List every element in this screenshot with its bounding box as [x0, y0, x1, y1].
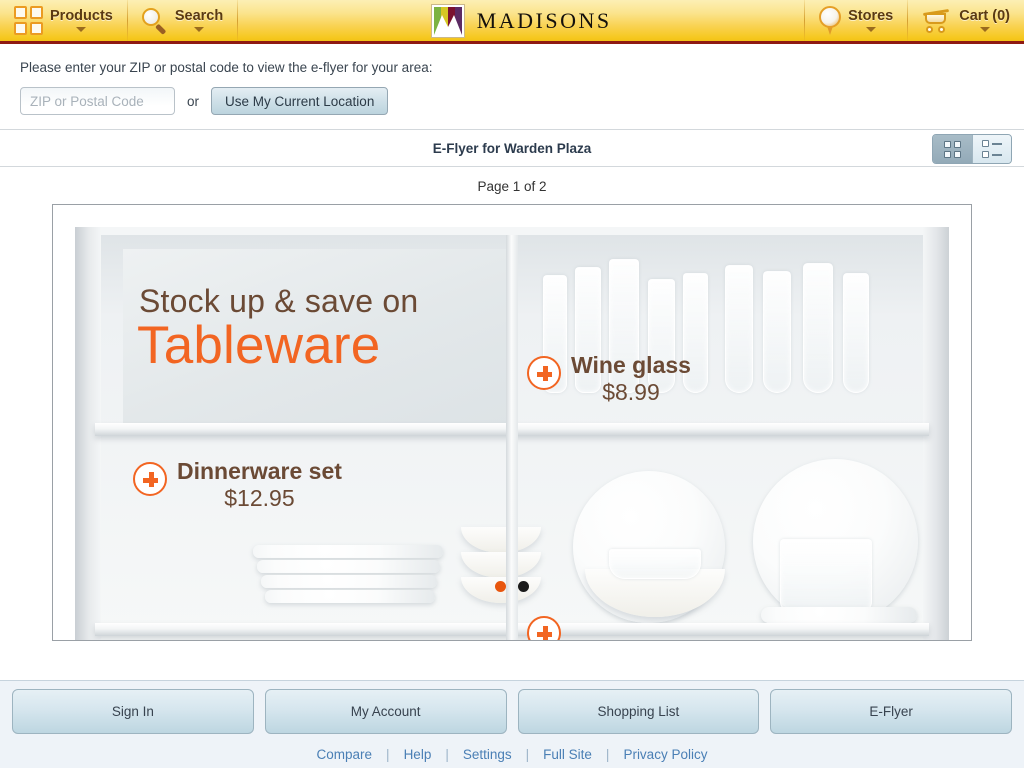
list-view-icon [982, 140, 1002, 158]
footer-link-help[interactable]: Help [404, 747, 432, 762]
nav-item-cart[interactable]: Cart (0) [908, 0, 1024, 41]
zip-input[interactable] [20, 87, 175, 115]
madisons-logo-icon [430, 3, 465, 38]
nav-products-label: Products [50, 8, 113, 25]
footer-link-compare[interactable]: Compare [317, 747, 373, 762]
footer-links-row: Compare | Help | Settings | Full Site | … [12, 747, 1012, 762]
flyer-product-partial-bottom[interactable] [527, 613, 571, 640]
flyer-page-image[interactable]: Stock up & save on Tableware Wine glass … [75, 227, 949, 640]
product-name: Wine glass [571, 352, 691, 378]
flyer-pagination-dots [495, 581, 529, 592]
plate-stack [253, 545, 443, 558]
add-product-plus-icon[interactable] [527, 616, 561, 640]
page-dot-1[interactable] [495, 581, 506, 592]
plate-stack [257, 560, 440, 573]
grid-icon [14, 6, 43, 35]
brand-logo[interactable]: MADISONS [417, 0, 626, 41]
product-price: $8.99 [602, 378, 660, 405]
page-dot-2[interactable] [518, 581, 529, 592]
nav-item-search[interactable]: Search [128, 0, 237, 41]
nav-spacer-left [238, 0, 416, 41]
flyer-viewport[interactable]: Stock up & save on Tableware Wine glass … [52, 204, 972, 641]
zip-entry-section: Please enter your ZIP or postal code to … [0, 44, 1024, 129]
glass-pitcher [780, 539, 872, 611]
footer: Sign In My Account Shopping List E-Flyer… [0, 680, 1024, 768]
search-icon [141, 7, 168, 35]
zip-prompt-text: Please enter your ZIP or postal code to … [20, 60, 433, 75]
nav-spacer-right [626, 0, 804, 41]
flyer-title: E-Flyer for Warden Plaza [432, 140, 592, 156]
view-toggle-group [932, 134, 1012, 164]
chevron-down-icon [979, 26, 990, 32]
glass-bowl [609, 549, 701, 579]
chevron-down-icon [194, 26, 205, 32]
nav-item-stores[interactable]: Stores [805, 0, 907, 41]
flyer-headline-main: Tableware [137, 316, 381, 375]
shopping-cart-icon [922, 8, 952, 34]
add-dinnerware-set-plus-icon[interactable] [133, 462, 167, 496]
plate-stack [265, 590, 435, 603]
top-navigation-bar: Products Search MADISONS Stores Cart (0) [0, 0, 1024, 44]
add-wine-glass-plus-icon[interactable] [527, 356, 561, 390]
footer-link-privacy-policy[interactable]: Privacy Policy [623, 747, 707, 762]
footer-button-row: Sign In My Account Shopping List E-Flyer [12, 689, 1012, 734]
cabinet-divider [506, 235, 518, 640]
grid-view-button[interactable] [933, 135, 972, 163]
flyer-headline-top: Stock up & save on [139, 283, 419, 319]
flyer-title-bar: E-Flyer for Warden Plaza [0, 129, 1024, 167]
zip-or-label: or [187, 93, 200, 109]
grid-view-icon [944, 140, 961, 158]
glass-silhouette [725, 265, 753, 393]
footer-link-settings[interactable]: Settings [463, 747, 512, 762]
map-pin-icon [819, 5, 842, 36]
nav-search-label: Search [174, 8, 224, 25]
zip-entry-row: or Use My Current Location [20, 87, 1004, 115]
list-view-button[interactable] [972, 135, 1011, 163]
product-name: Dinnerware set [177, 458, 342, 484]
sign-in-button[interactable]: Sign In [12, 689, 254, 734]
shopping-list-button[interactable]: Shopping List [517, 689, 760, 734]
footer-separator: | [605, 747, 610, 762]
footer-link-full-site[interactable]: Full Site [543, 747, 592, 762]
glass-silhouette [843, 273, 869, 393]
nav-cart-label: Cart (0) [959, 8, 1011, 25]
flyer-product-wine-glass[interactable]: Wine glass $8.99 [527, 352, 691, 406]
footer-separator: | [445, 747, 449, 762]
e-flyer-button[interactable]: E-Flyer [770, 689, 1012, 734]
use-my-current-location-button[interactable]: Use My Current Location [211, 87, 389, 115]
saucer [761, 607, 917, 623]
my-account-button[interactable]: My Account [264, 689, 507, 734]
page-indicator: Page 1 of 2 [0, 167, 1024, 204]
glass-silhouette [803, 263, 833, 393]
chevron-down-icon [76, 26, 87, 32]
nav-stores-label: Stores [848, 8, 894, 25]
plate-stack [261, 575, 437, 588]
glass-silhouette [763, 271, 791, 393]
chevron-down-icon [865, 26, 876, 32]
flyer-product-dinnerware-set[interactable]: Dinnerware set $12.95 [133, 458, 342, 512]
footer-separator: | [386, 747, 390, 762]
nav-item-products[interactable]: Products [0, 0, 127, 41]
product-price: $12.95 [224, 484, 295, 511]
brand-name: MADISONS [476, 7, 612, 33]
footer-separator: | [525, 747, 530, 762]
